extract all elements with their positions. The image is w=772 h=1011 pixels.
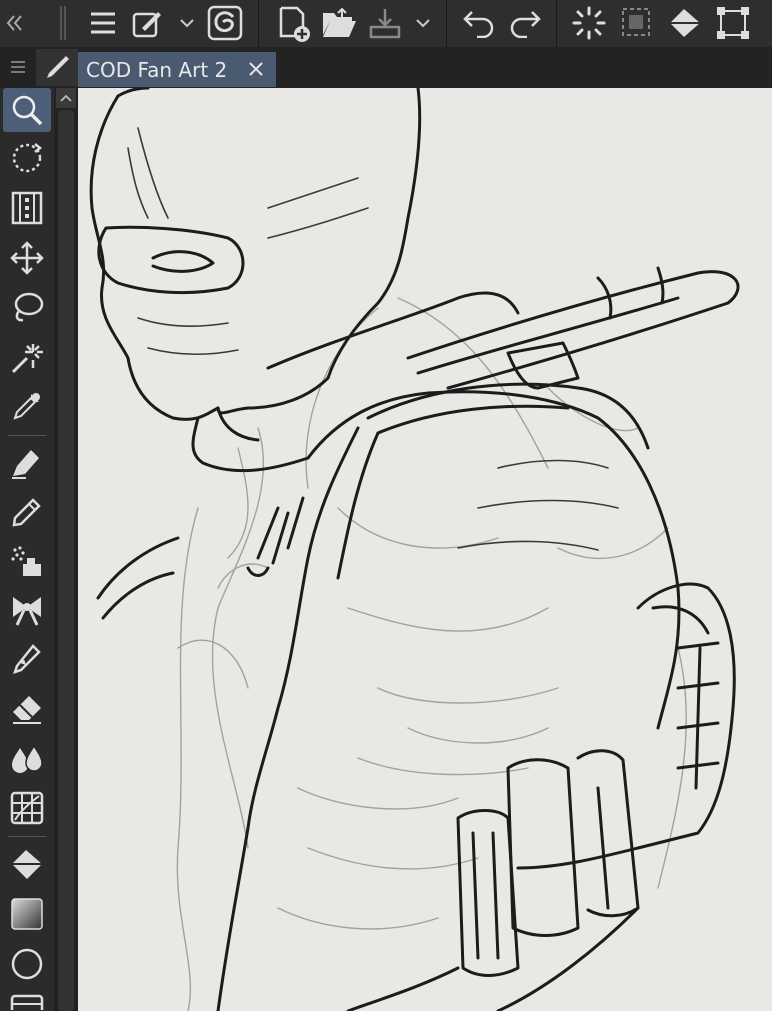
move-tool[interactable]	[3, 236, 51, 280]
fill-icon[interactable]	[666, 4, 704, 42]
pencil-icon	[12, 498, 41, 527]
airbrush-icon	[11, 546, 41, 576]
circle-icon	[11, 948, 43, 980]
document-tab-title: COD Fan Art 2	[86, 57, 228, 82]
dropdown-icon[interactable]	[172, 4, 202, 42]
tool-separator	[8, 435, 46, 436]
eraser-tool[interactable]	[3, 686, 51, 730]
pen-nib-icon	[12, 450, 39, 479]
tab-bar: COD Fan Art 2	[0, 47, 772, 88]
auto-select-tool[interactable]	[3, 336, 51, 380]
ribbon-icon	[13, 597, 41, 626]
save-icon[interactable]	[366, 4, 404, 42]
chevron-up-icon[interactable]	[56, 88, 76, 108]
fountain-pen-icon	[13, 644, 41, 674]
loading-icon[interactable]	[570, 4, 608, 42]
vector-pen-tool[interactable]	[3, 636, 51, 680]
toolbar-separator	[556, 0, 557, 47]
pen-icon[interactable]	[36, 49, 78, 86]
gradient-icon	[11, 898, 43, 930]
fill-tool[interactable]	[3, 842, 51, 886]
airbrush-tool[interactable]	[3, 540, 51, 584]
frame-border-tool[interactable]	[3, 990, 51, 1011]
magnifier-icon	[12, 95, 43, 126]
move-arrows-icon	[10, 241, 44, 275]
drops-icon	[12, 744, 43, 773]
paint-bucket-icon	[12, 850, 42, 879]
quick-access-icon[interactable]	[128, 4, 166, 42]
transform-icon[interactable]	[714, 4, 752, 42]
dropdown-icon[interactable]	[408, 4, 438, 42]
grid-ruler-icon	[10, 791, 44, 825]
new-file-icon[interactable]	[274, 4, 312, 42]
top-toolbar	[0, 0, 772, 48]
toolbar-separator	[258, 0, 259, 47]
document-tab[interactable]: COD Fan Art 2	[78, 52, 276, 87]
magic-wand-icon	[11, 344, 43, 374]
decoration-tool[interactable]	[3, 588, 51, 632]
eyedropper-icon	[13, 393, 40, 420]
frame-tool[interactable]	[3, 186, 51, 230]
figure-tool[interactable]	[3, 786, 51, 830]
collapse-panels-icon[interactable]	[0, 4, 30, 42]
shape-tool[interactable]	[3, 942, 51, 986]
sketch-artwork	[89, 88, 740, 1011]
hamburger-icon[interactable]	[4, 51, 32, 83]
toolbar-separator	[446, 0, 447, 47]
app-logo-icon[interactable]	[206, 4, 244, 42]
tool-palette	[0, 88, 54, 1011]
toolbar-grip[interactable]	[60, 6, 66, 40]
pencil-tool[interactable]	[3, 490, 51, 534]
eraser-icon	[13, 696, 41, 724]
main-menu-icon[interactable]	[84, 4, 122, 42]
drawing-canvas[interactable]	[78, 88, 772, 1011]
tool-separator	[8, 836, 46, 837]
blend-tool[interactable]	[3, 736, 51, 780]
panel-icon	[10, 994, 44, 1010]
lasso-tool[interactable]	[3, 286, 51, 330]
gradient-tool[interactable]	[3, 892, 51, 936]
open-file-icon[interactable]	[320, 4, 358, 42]
pen-tool[interactable]	[3, 440, 51, 484]
rotate-icon	[12, 143, 43, 173]
redo-icon[interactable]	[506, 4, 544, 42]
close-icon[interactable]	[246, 59, 266, 79]
lasso-icon	[14, 292, 44, 322]
undo-icon[interactable]	[460, 4, 498, 42]
deselect-icon[interactable]	[618, 4, 656, 42]
filmstrip-icon	[11, 191, 43, 225]
eyedropper-tool[interactable]	[3, 384, 51, 428]
tool-scrollbar[interactable]	[54, 88, 78, 1011]
rotate-tool[interactable]	[3, 136, 51, 180]
scrollbar-thumb[interactable]	[58, 110, 74, 1011]
zoom-tool[interactable]	[3, 88, 51, 132]
